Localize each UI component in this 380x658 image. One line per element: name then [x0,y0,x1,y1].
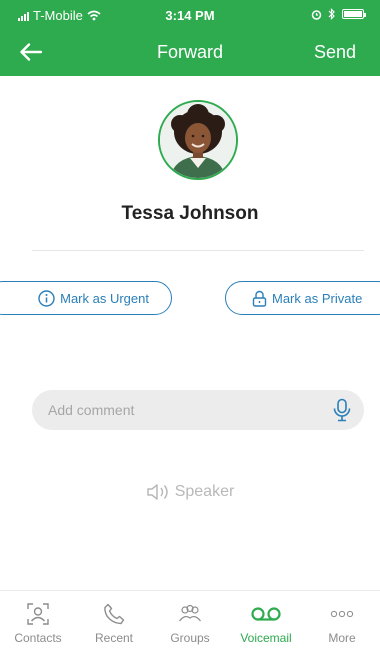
mark-urgent-label: Mark as Urgent [60,290,149,306]
tab-label: More [328,631,356,645]
app-header: T-Mobile 3:14 PM Forward Send [0,0,380,76]
send-button[interactable]: Send [314,42,356,63]
info-icon [38,289,55,307]
tab-voicemail[interactable]: Voicemail [228,591,304,658]
avatar [158,100,238,180]
tab-label: Recent [94,631,134,645]
tab-label: Voicemail [240,631,292,645]
comment-input[interactable] [48,390,318,430]
tab-label: Groups [170,631,210,645]
lock-icon [252,290,267,307]
more-icon [330,610,354,618]
speaker-button[interactable]: Speaker [0,482,380,502]
voicemail-icon [251,607,281,621]
mark-urgent-button[interactable]: Mark as Urgent [0,281,172,315]
phone-icon [104,603,125,625]
battery-icon [342,9,366,19]
divider [32,250,364,251]
comment-box [32,390,364,430]
contacts-icon [27,603,49,625]
speaker-icon [146,484,168,500]
tab-groups[interactable]: Groups [152,591,228,658]
status-bar: T-Mobile 3:14 PM [0,0,380,30]
contact-photo [160,102,236,178]
groups-icon [179,604,201,622]
tab-label: Contacts [14,631,62,645]
mark-private-button[interactable]: Mark as Private [225,281,380,315]
tab-contacts[interactable]: Contacts [0,591,76,658]
mark-private-label: Mark as Private [272,290,363,306]
speaker-label: Speaker [174,483,235,500]
microphone-icon[interactable] [332,398,352,422]
alarm-icon [311,9,322,20]
bottom-tab-bar: Contacts Recent Groups Voicemail More [0,590,380,658]
contact-name: Tessa Johnson [121,203,259,224]
nav-bar: Forward Send [0,36,380,68]
tab-recent[interactable]: Recent [76,591,152,658]
bluetooth-icon [328,8,335,20]
tab-more[interactable]: More [304,591,380,658]
